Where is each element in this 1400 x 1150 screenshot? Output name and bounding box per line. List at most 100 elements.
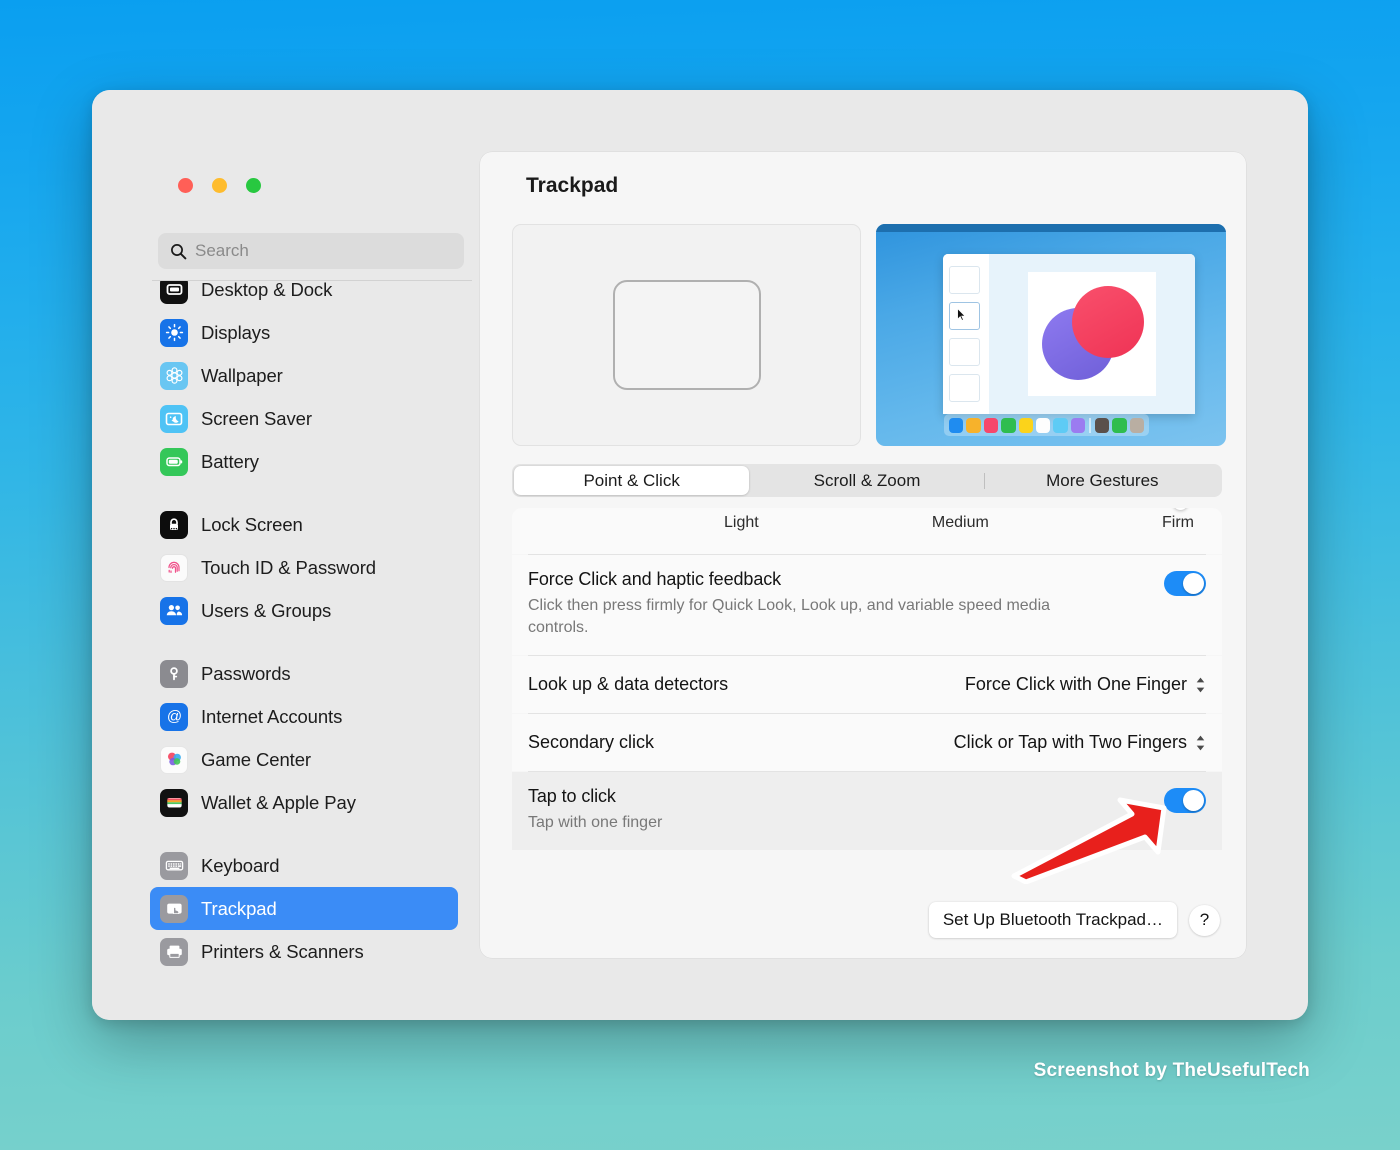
tab-point-and-click[interactable]: Point & Click: [514, 466, 750, 495]
force-click-toggle[interactable]: [1164, 571, 1206, 596]
force-click-title: Force Click and haptic feedback: [528, 569, 782, 589]
internet-accounts-icon: @: [160, 702, 188, 731]
sidebar-item-users-groups[interactable]: Users & Groups: [150, 589, 458, 632]
sidebar-item-internet-accounts[interactable]: @ Internet Accounts: [150, 695, 458, 738]
palette-divider: [1089, 417, 1091, 433]
slider-knob[interactable]: [1173, 508, 1188, 510]
sidebar-group-2: Lock Screen Touch ID & Password Users & …: [92, 503, 480, 632]
sidebar-item-keyboard[interactable]: Keyboard: [150, 844, 458, 887]
color-swatch: [1035, 417, 1051, 433]
tab-label: Point & Click: [583, 470, 680, 490]
preview-canvas: [989, 254, 1195, 414]
sidebar-item-label: Wallet & Apple Pay: [201, 791, 356, 813]
tab-scroll-and-zoom[interactable]: Scroll & Zoom: [749, 466, 985, 495]
sidebar-item-wallpaper[interactable]: Wallpaper: [150, 354, 458, 397]
wallpaper-icon: [160, 361, 188, 390]
touch-id-icon: [160, 553, 188, 582]
click-scale-labels: Light Medium Firm: [724, 514, 1194, 532]
zoom-button[interactable]: [246, 178, 261, 193]
preview-app-window: [943, 254, 1195, 414]
sidebar-group-4: Keyboard Trackpad Printers & Scanners: [92, 844, 480, 973]
sidebar-item-label: Users & Groups: [201, 599, 332, 621]
bottom-button-bar: Set Up Bluetooth Trackpad… ?: [928, 902, 1220, 938]
svg-text:@: @: [166, 708, 181, 725]
secondary-click-popup-button[interactable]: Click or Tap with Two Fingers: [954, 732, 1206, 753]
sidebar-item-trackpad[interactable]: Trackpad: [150, 887, 458, 930]
sidebar-item-desktop-dock[interactable]: Desktop & Dock: [150, 280, 458, 311]
row-click-pressure[interactable]: Click Light Medium Firm: [512, 508, 1222, 554]
close-button[interactable]: [178, 178, 193, 193]
sidebar-item-label: Battery: [201, 450, 259, 472]
preview-color-palette: [944, 414, 1149, 436]
minimize-button[interactable]: [212, 178, 227, 193]
row-force-click[interactable]: Force Click and haptic feedback Click th…: [512, 555, 1222, 656]
sidebar: Desktop & Dock Displays Wallpaper: [92, 90, 480, 1020]
color-swatch: [1129, 417, 1145, 433]
tab-label: More Gestures: [1046, 470, 1159, 490]
lock-screen-icon: [160, 510, 188, 539]
setup-bluetooth-trackpad-button[interactable]: Set Up Bluetooth Trackpad…: [928, 902, 1177, 938]
system-settings-window: Desktop & Dock Displays Wallpaper: [92, 90, 1308, 1020]
preview-thumbnail: [949, 374, 980, 402]
tap-to-click-toggle[interactable]: [1164, 788, 1206, 814]
look-up-label: Look up & data detectors: [528, 674, 729, 695]
sidebar-item-label: Desktop & Dock: [201, 280, 333, 300]
color-swatch: [1053, 417, 1068, 433]
chevron-updown-icon: [1195, 676, 1206, 694]
preview-thumbnail-selected: [949, 302, 980, 330]
look-up-value: Force Click with One Finger: [964, 674, 1187, 695]
color-swatch: [1070, 417, 1085, 433]
sidebar-item-label: Trackpad: [201, 897, 277, 919]
sidebar-item-passwords[interactable]: Passwords: [150, 652, 458, 695]
tap-to-click-subtitle: Tap with one finger: [528, 814, 663, 832]
look-up-popup-button[interactable]: Force Click with One Finger: [965, 674, 1206, 695]
search-field[interactable]: [158, 233, 464, 269]
preview-artwork: [1028, 272, 1156, 396]
color-swatch: [1018, 417, 1033, 433]
preview-menubar: [876, 224, 1226, 232]
sidebar-item-displays[interactable]: Displays: [150, 311, 458, 354]
sidebar-item-label: Game Center: [201, 748, 311, 770]
color-swatch: [966, 417, 981, 433]
printers-scanners-icon: [160, 937, 188, 966]
sidebar-item-label: Lock Screen: [201, 513, 303, 535]
tab-bar: Point & Click Scroll & Zoom More Gesture…: [512, 464, 1222, 497]
help-button[interactable]: ?: [1189, 904, 1220, 936]
color-swatch: [949, 417, 964, 433]
sidebar-item-screen-saver[interactable]: Screen Saver: [150, 397, 458, 440]
chevron-updown-icon: [1195, 734, 1206, 752]
main-content: Trackpad Point & Click Scroll & Zoom Mor…: [480, 90, 1308, 1020]
sidebar-item-lock-screen[interactable]: Lock Screen: [150, 503, 458, 546]
sidebar-item-label: Internet Accounts: [201, 705, 343, 727]
scale-label-light: Light: [724, 514, 759, 531]
sidebar-item-touch-id[interactable]: Touch ID & Password: [150, 546, 458, 589]
sidebar-item-battery[interactable]: Battery: [150, 440, 458, 483]
sidebar-item-label: Touch ID & Password: [201, 556, 376, 578]
search-icon: [168, 242, 188, 260]
tab-more-gestures[interactable]: More Gestures: [985, 466, 1220, 495]
force-click-subtitle: Click then press firmly for Quick Look, …: [528, 597, 1051, 637]
secondary-click-value: Click or Tap with Two Fingers: [953, 732, 1187, 753]
page-title: Trackpad: [526, 174, 619, 197]
search-input[interactable]: [195, 241, 454, 261]
sidebar-item-game-center[interactable]: Game Center: [150, 738, 458, 781]
battery-icon: [160, 447, 188, 476]
sidebar-item-wallet[interactable]: Wallet & Apple Pay: [150, 781, 458, 824]
sidebar-item-label: Passwords: [201, 662, 291, 684]
settings-list[interactable]: Click Light Medium Firm: [512, 508, 1222, 890]
row-look-up[interactable]: Look up & data detectors Force Click wit…: [512, 656, 1222, 714]
wallet-icon: [160, 788, 188, 817]
sidebar-item-label: Wallpaper: [201, 364, 283, 386]
color-swatch: [983, 417, 999, 433]
sidebar-scroll-divider: [152, 280, 472, 281]
sidebar-item-printers-scanners[interactable]: Printers & Scanners: [150, 930, 458, 973]
row-tap-to-click[interactable]: Tap to click Tap with one finger: [512, 772, 1222, 851]
sidebar-scroll-area[interactable]: Desktop & Dock Displays Wallpaper Screen…: [92, 280, 480, 980]
sidebar-group-3: Passwords @ Internet Accounts Game Cente…: [92, 652, 480, 824]
color-swatch: [1001, 417, 1016, 433]
gesture-preview-video: [876, 224, 1226, 446]
row-secondary-click[interactable]: Secondary click Click or Tap with Two Fi…: [512, 714, 1222, 772]
desktop-dock-icon: [160, 280, 188, 304]
toggle-knob: [1183, 573, 1204, 594]
preview-thumbnail: [949, 338, 980, 366]
